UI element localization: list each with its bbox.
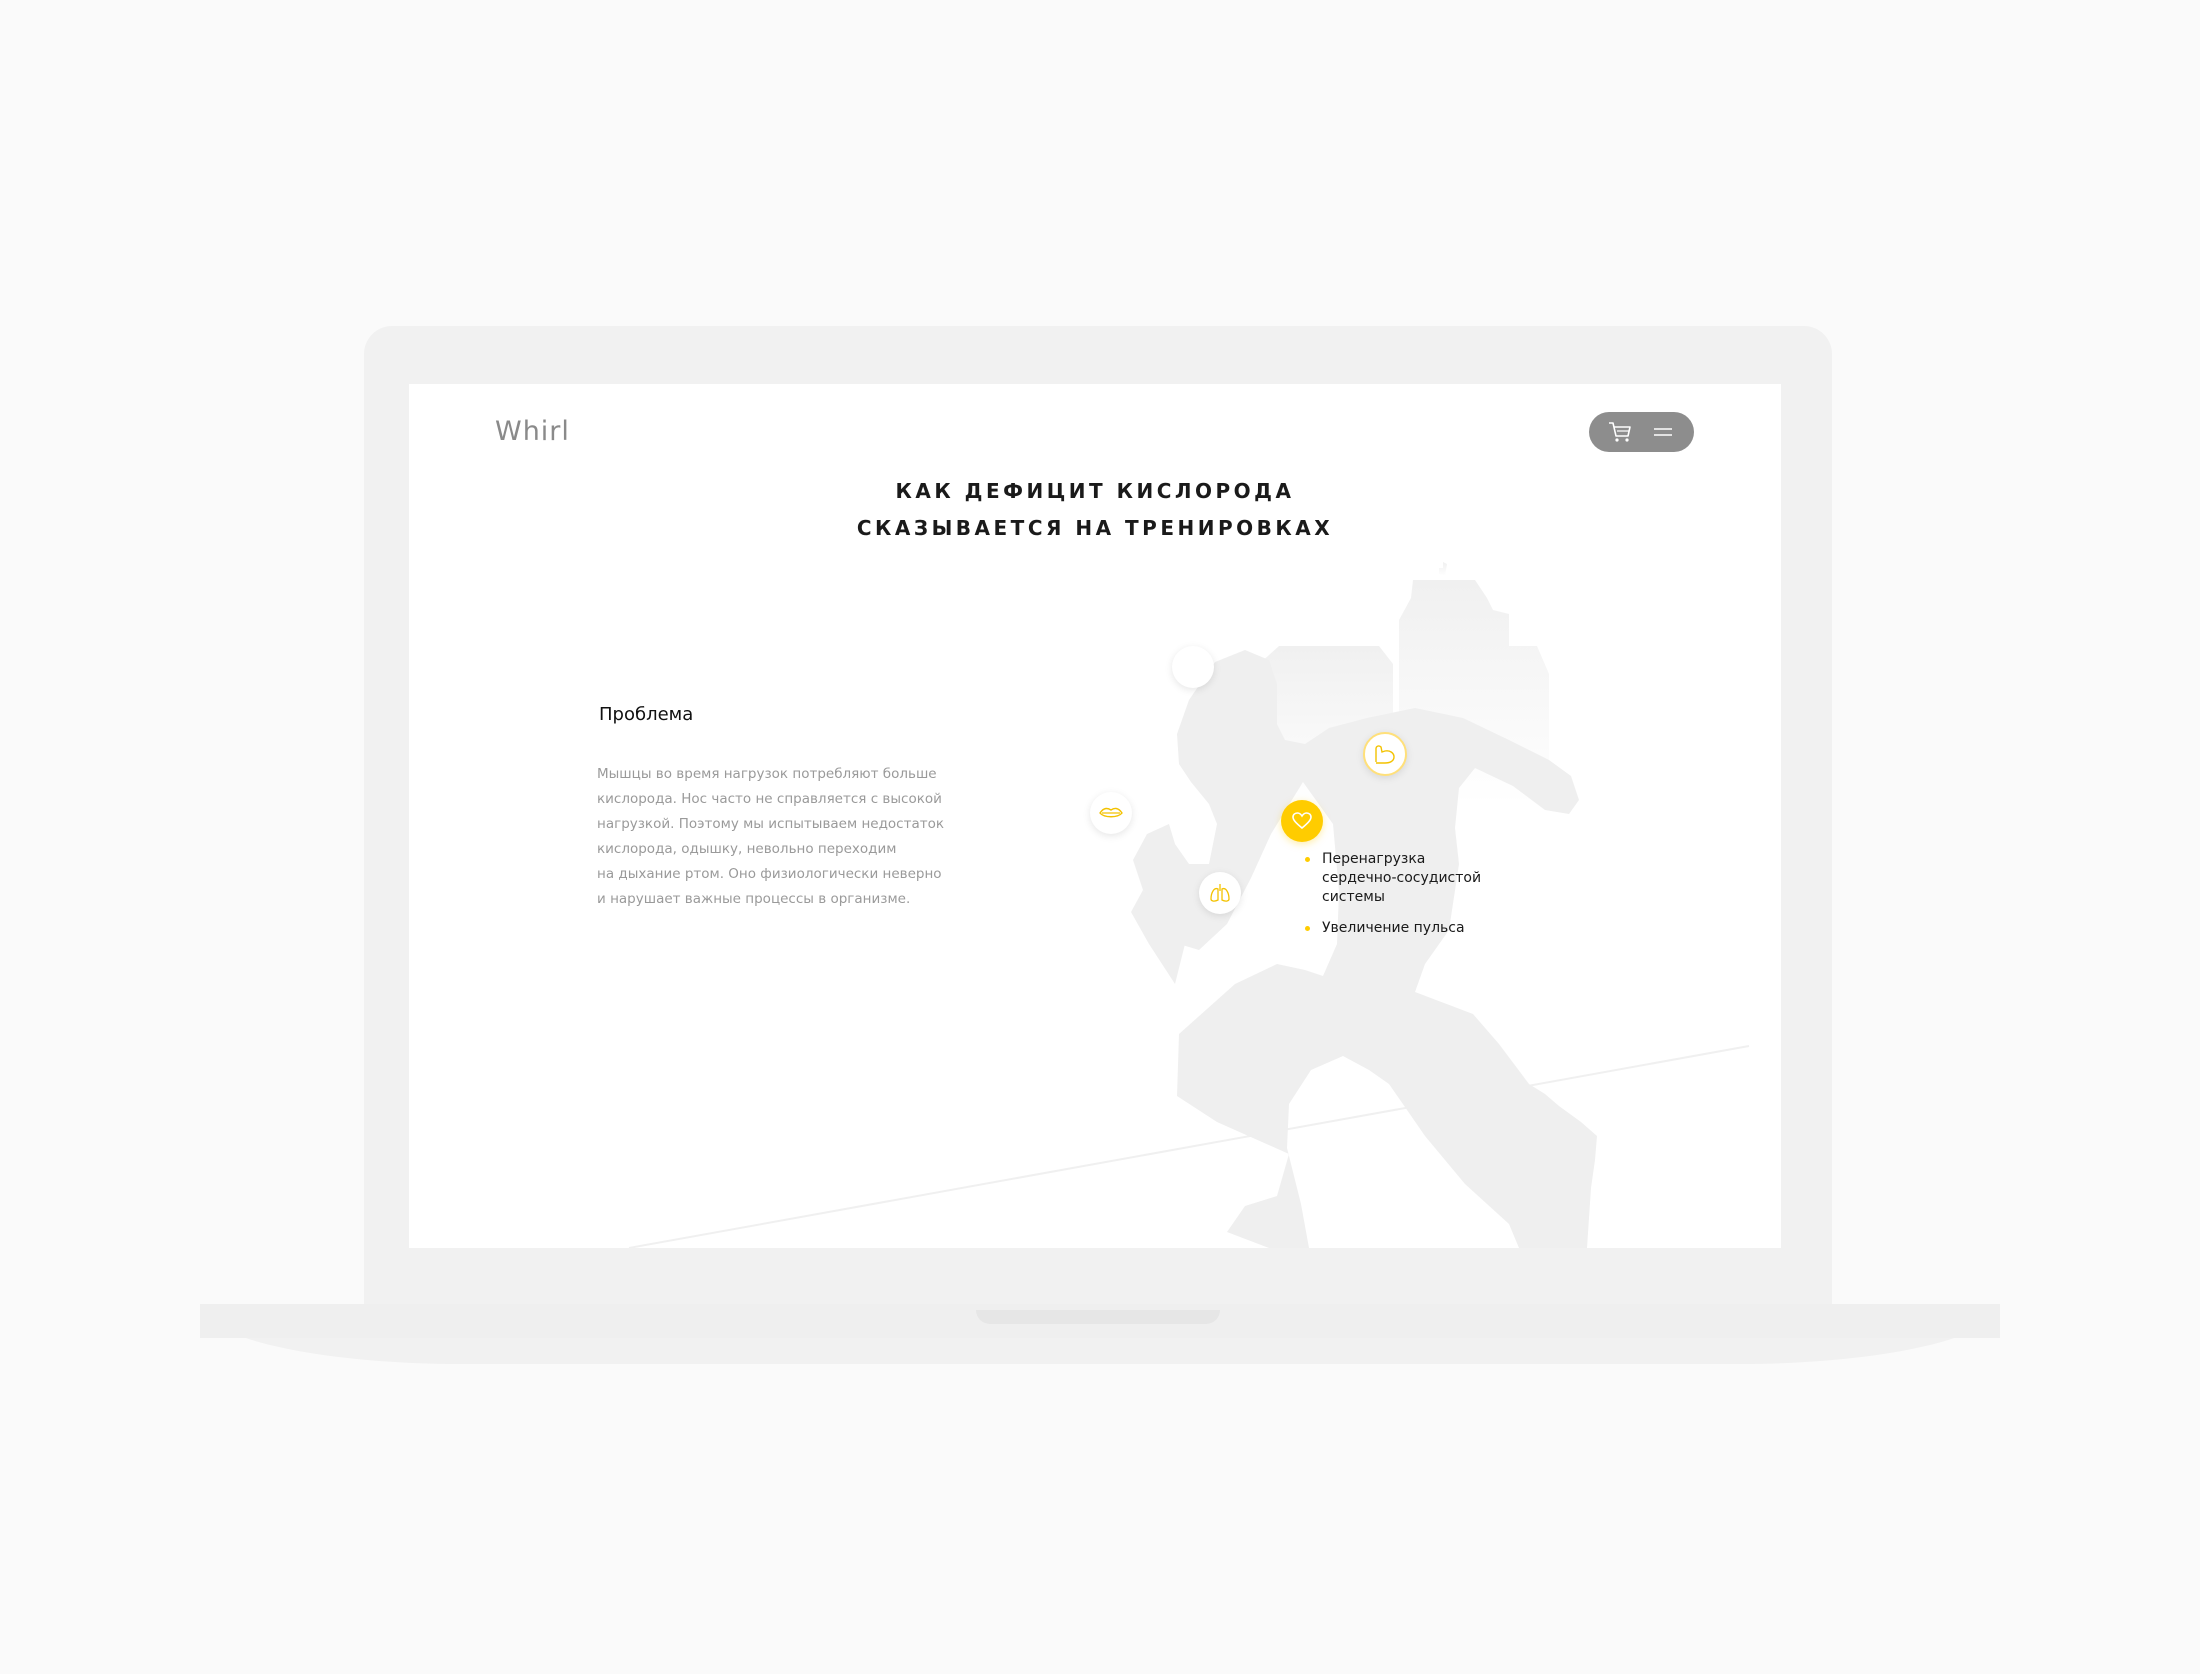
effects-list-item-line: Увеличение пульса — [1322, 920, 1465, 936]
problem-text-line: Мышцы во время нагрузок потребляют больш… — [597, 766, 937, 782]
lungs-marker[interactable] — [1199, 872, 1241, 914]
effects-list: Перенагрузка сердечно-сосудистой системы… — [1305, 850, 1525, 950]
menu-icon — [1653, 428, 1672, 436]
page-title: КАК ДЕФИЦИТ КИСЛОРОДА СКАЗЫВАЕТСЯ НА ТРЕ… — [409, 473, 1781, 547]
effects-list-item: Увеличение пульса — [1305, 919, 1525, 938]
problem-text-line: нагрузкой. Поэтому мы испытываем недоста… — [597, 816, 945, 832]
nav-pill — [1589, 412, 1694, 452]
problem-text: Мышцы во время нагрузок потребляют больш… — [597, 762, 977, 912]
problem-text-line: кислорода. Нос часто не справляется с вы… — [597, 791, 942, 807]
problem-text-line: и нарушает важные процессы в организме. — [597, 891, 911, 907]
bullet-dot — [1305, 857, 1310, 862]
lips-icon — [1099, 807, 1123, 818]
cart-icon — [1609, 422, 1632, 442]
lungs-icon — [1210, 884, 1230, 902]
heart-icon — [1292, 812, 1312, 830]
menu-button[interactable] — [1646, 417, 1680, 447]
effects-list-item-line: системы — [1322, 889, 1385, 905]
problem-text-line: на дыхание ртом. Оно физиологически неве… — [597, 866, 942, 882]
heart-marker[interactable] — [1281, 800, 1323, 842]
laptop-screen: Whirl КАК ДЕФИЦИТ КИСЛОРОДА СКАЗЫВАЕТСЯ … — [409, 384, 1781, 1248]
page-title-line: КАК ДЕФИЦИТ КИСЛОРОДА — [895, 479, 1295, 503]
cart-button[interactable] — [1603, 417, 1637, 447]
whirl-logo[interactable]: Whirl — [495, 416, 570, 447]
problem-heading: Проблема — [599, 704, 694, 725]
muscle-marker[interactable] — [1363, 732, 1407, 776]
laptop-notch — [976, 1310, 1220, 1324]
effects-list-item-line: сердечно-сосудистой — [1322, 870, 1482, 886]
bullet-dot — [1305, 926, 1310, 931]
effects-list-item: Перенагрузка сердечно-сосудистой системы — [1305, 850, 1525, 907]
page-title-line: СКАЗЫВАЕТСЯ НА ТРЕНИРОВКАХ — [856, 516, 1334, 540]
head-marker[interactable] — [1172, 646, 1214, 688]
problem-text-line: кислорода, одышку, невольно переходим — [597, 841, 897, 857]
bicep-icon — [1375, 745, 1395, 764]
mouth-marker[interactable] — [1090, 792, 1132, 834]
effects-list-item-line: Перенагрузка — [1322, 851, 1426, 867]
